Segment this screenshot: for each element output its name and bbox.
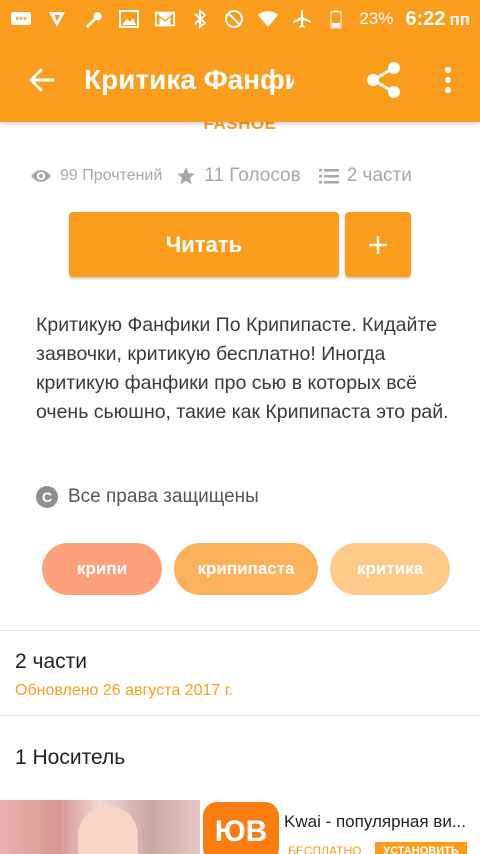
plus-icon [369, 235, 387, 254]
ad-image-face [78, 806, 138, 854]
clock-ampm: пп [449, 9, 470, 29]
divider [0, 630, 480, 631]
parts-count: 2 части [318, 165, 412, 187]
share-icon [367, 62, 400, 98]
list-icon [318, 169, 339, 184]
back-button[interactable] [0, 38, 84, 122]
ad-price: БЕСПЛАТНО [288, 844, 362, 854]
message-icon [10, 9, 32, 29]
clock: 6:22 пп [405, 8, 470, 31]
no-disturb-icon [223, 9, 245, 29]
status-bar: 23% 6:22 пп [0, 0, 480, 38]
copyright-icon: C [36, 486, 58, 508]
story-description: Критикую Фанфики По Крипипасте. Кидайте … [36, 314, 449, 423]
reads-count: 99 Прочтений [30, 167, 162, 185]
tag-chip[interactable]: критика [330, 543, 450, 595]
app-toolbar: Критика Фанфики [0, 38, 480, 122]
star-icon [177, 167, 196, 185]
ad-image [0, 800, 200, 854]
share-button[interactable] [352, 38, 416, 122]
parts-label: 2 части [346, 165, 412, 186]
image-icon [118, 9, 140, 29]
ad-banner[interactable]: ЮВ Kwai - популярная ви... БЕСПЛАТНО УСТ… [0, 800, 480, 854]
arrow-back-icon [29, 68, 55, 92]
wifi-icon [257, 9, 279, 29]
vpn-shield-icon [46, 9, 68, 29]
clock-time: 6:22 [405, 7, 446, 30]
reads-label: 99 Прочтений [60, 167, 163, 184]
copyright-info: C Все права защищены [36, 486, 259, 508]
votes-count: 11 Голосов [176, 165, 301, 187]
bluetooth-icon [189, 9, 211, 29]
story-stats: 99 Прочтений 11 Голосов 2 части [30, 160, 460, 192]
page-title: Критика Фанфики [84, 64, 294, 95]
parts-section-title: 2 части [15, 650, 87, 673]
ad-install-button[interactable]: УСТАНОВИТЬ [375, 842, 467, 854]
gmail-icon [154, 9, 176, 29]
parts-updated-date: Обновлено 26 августа 2017 г. [15, 682, 234, 699]
more-options-button[interactable] [416, 38, 480, 122]
eye-icon [31, 170, 51, 182]
ad-title: Kwai - популярная ви... [284, 812, 466, 831]
kwai-logo-icon: ЮВ [203, 802, 279, 854]
copyright-label: Все права защищены [68, 486, 259, 507]
wrench-icon [82, 9, 104, 29]
tag-chip[interactable]: крипипаста [174, 543, 318, 595]
tag-chip[interactable]: крипи [42, 543, 162, 595]
read-button[interactable]: Читать [69, 212, 339, 277]
votes-label: 11 Голосов [204, 165, 301, 186]
carrier-section-title[interactable]: 1 Носитель [15, 746, 125, 770]
battery-icon [325, 9, 347, 29]
battery-percent: 23% [359, 9, 394, 28]
divider [0, 715, 480, 716]
more-vert-icon [445, 67, 451, 93]
add-to-library-button[interactable] [345, 212, 411, 277]
airplane-icon [291, 9, 313, 29]
